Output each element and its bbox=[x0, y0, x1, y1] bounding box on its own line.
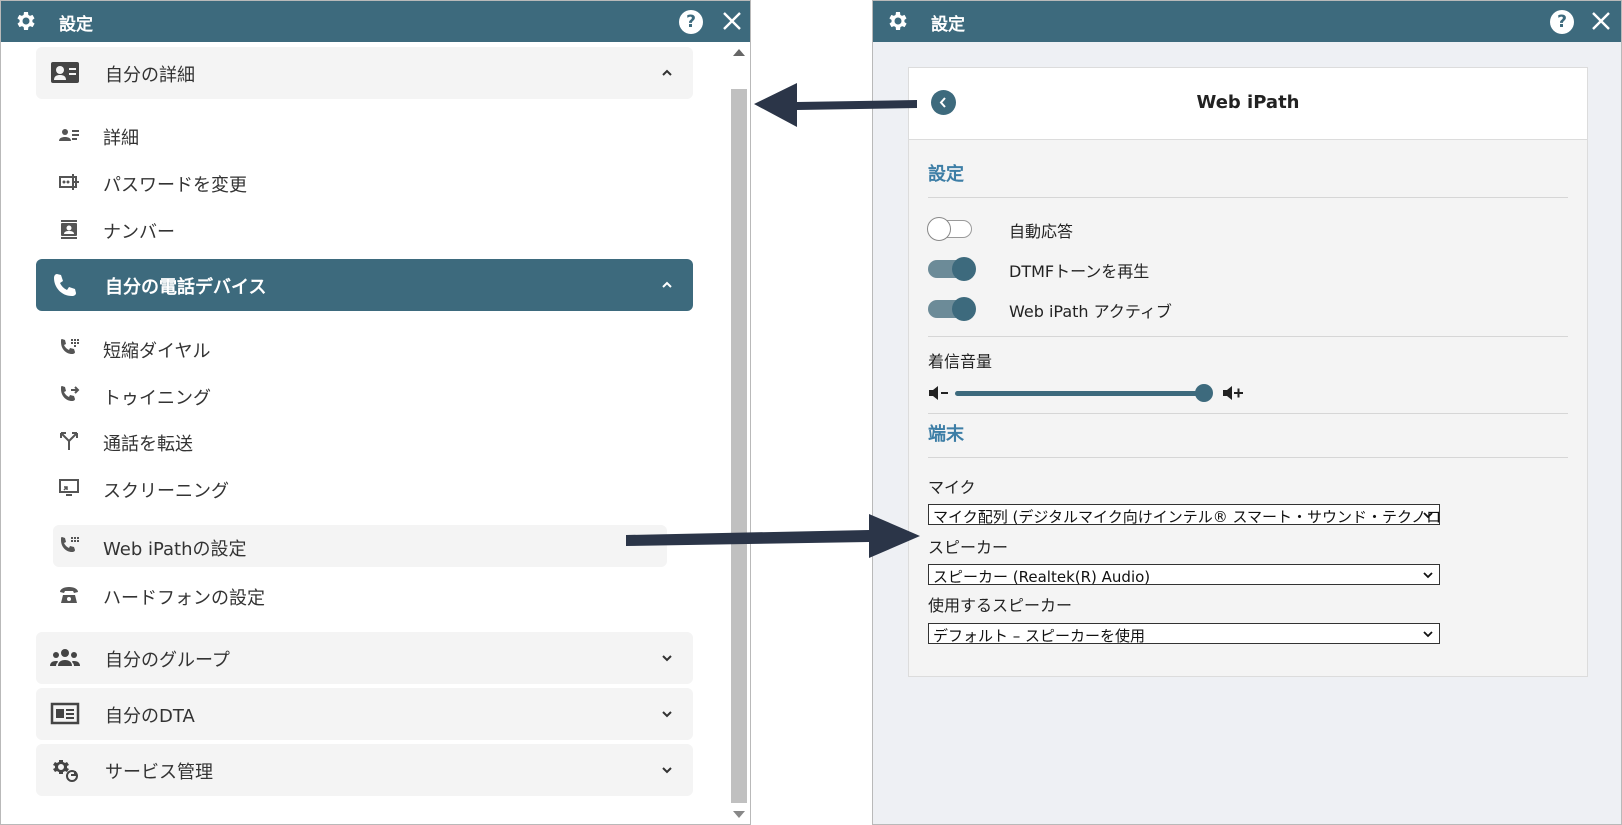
group-icon bbox=[50, 649, 80, 666]
phone-icon bbox=[54, 274, 76, 296]
menu-item-speed-dial[interactable]: 短縮ダイヤル bbox=[53, 327, 667, 369]
menu-item-label: Web iPathの設定 bbox=[103, 539, 247, 560]
section-label: 自分の電話デバイス bbox=[105, 277, 267, 298]
divider bbox=[928, 457, 1568, 458]
window-title: 設定 bbox=[59, 15, 93, 35]
speed-dial-icon bbox=[61, 339, 79, 354]
settings-window-right: 設定 ? Web iPath 設定 自動応答 DTMFトーンを再生 Web iP… bbox=[872, 0, 1622, 825]
menu-item-label: 詳細 bbox=[103, 128, 139, 149]
auto-answer-toggle[interactable] bbox=[927, 217, 974, 241]
ringtone-volume-label: 着信音量 bbox=[928, 352, 993, 371]
gear-refresh-icon bbox=[53, 760, 78, 782]
menu-item-change-password[interactable]: パスワードを変更 bbox=[53, 161, 667, 203]
contact-card-icon bbox=[51, 62, 79, 83]
terminal-section-title: 端末 bbox=[928, 424, 964, 445]
dtmf-tone-toggle[interactable] bbox=[928, 257, 976, 281]
divider bbox=[928, 197, 1568, 198]
use-speaker-value: デフォルト – スピーカーを使用 bbox=[933, 627, 1146, 644]
person-list-icon bbox=[59, 129, 79, 141]
vertical-scrollbar[interactable] bbox=[728, 45, 750, 824]
section-service-management[interactable]: サービス管理 bbox=[36, 744, 693, 796]
help-icon[interactable]: ? bbox=[679, 10, 703, 34]
chevron-down-icon bbox=[1423, 572, 1433, 579]
ringtone-volume-slider[interactable] bbox=[928, 381, 1248, 405]
window-title: 設定 bbox=[931, 15, 965, 35]
toggle-label: 自動応答 bbox=[1009, 222, 1074, 241]
chevron-up-icon[interactable] bbox=[660, 278, 674, 292]
divider bbox=[928, 413, 1568, 414]
volume-up-icon[interactable] bbox=[1222, 384, 1246, 402]
close-icon[interactable] bbox=[721, 10, 743, 32]
speaker-select[interactable]: スピーカー (Realtek(R) Audio) bbox=[928, 564, 1440, 585]
id-badge-icon bbox=[61, 220, 77, 239]
password-icon bbox=[59, 174, 79, 190]
scroll-down-arrow-icon[interactable] bbox=[733, 811, 745, 818]
desk-phone-icon bbox=[60, 587, 78, 603]
chevron-down-icon[interactable] bbox=[660, 707, 674, 721]
toggle-label: Web iPath アクティブ bbox=[1009, 302, 1172, 321]
call-split-icon bbox=[60, 432, 78, 450]
menu-item-label: 通話を転送 bbox=[103, 434, 193, 455]
menu-item-label: トゥイニング bbox=[103, 388, 211, 409]
menu-item-label: パスワードを変更 bbox=[103, 175, 247, 196]
settings-window-left: 設定 ? 自分の詳細 詳細 パスワードを変更 ナンバー 自分の電話デバイス 短縮… bbox=[0, 0, 751, 825]
help-icon[interactable]: ? bbox=[1550, 10, 1574, 34]
settings-section-title: 設定 bbox=[928, 164, 964, 185]
section-label: 自分のDTA bbox=[105, 706, 195, 727]
scroll-up-arrow-icon[interactable] bbox=[733, 49, 745, 56]
toggle-label: DTMFトーンを再生 bbox=[1009, 262, 1150, 281]
section-my-dta[interactable]: 自分のDTA bbox=[36, 688, 693, 740]
dta-card-icon bbox=[50, 702, 80, 725]
section-label: 自分のグループ bbox=[105, 650, 230, 671]
volume-down-icon[interactable] bbox=[928, 384, 952, 402]
screen-icon bbox=[59, 479, 79, 496]
title-bar: 設定 ? bbox=[873, 1, 1621, 42]
arrow-right-icon bbox=[626, 514, 920, 558]
menu-item-details[interactable]: 詳細 bbox=[53, 114, 667, 156]
phone-forward-icon bbox=[61, 386, 80, 401]
card-header: Web iPath bbox=[909, 68, 1587, 140]
menu-item-twinning[interactable]: トゥイニング bbox=[53, 374, 667, 416]
menu-item-screening[interactable]: スクリーニング bbox=[53, 467, 667, 509]
use-speaker-select[interactable]: デフォルト – スピーカーを使用 bbox=[928, 623, 1440, 644]
section-my-details[interactable]: 自分の詳細 bbox=[36, 47, 693, 99]
divider bbox=[928, 336, 1568, 337]
menu-item-hardphone-settings[interactable]: ハードフォンの設定 bbox=[53, 574, 667, 616]
microphone-value: マイク配列 (デジタルマイク向けインテル® スマート・サウンド・テクノロジー) bbox=[933, 508, 1440, 525]
section-my-phone-devices[interactable]: 自分の電話デバイス bbox=[36, 259, 693, 311]
web-ipath-active-toggle[interactable] bbox=[928, 297, 976, 321]
microphone-select[interactable]: マイク配列 (デジタルマイク向けインテル® スマート・サウンド・テクノロジー) bbox=[928, 504, 1440, 525]
menu-item-label: 短縮ダイヤル bbox=[103, 341, 211, 362]
microphone-label: マイク bbox=[928, 478, 976, 497]
menu-item-label: ハードフォンの設定 bbox=[103, 588, 265, 609]
section-label: サービス管理 bbox=[105, 762, 213, 783]
card-title: Web iPath bbox=[1196, 92, 1300, 113]
gear-icon bbox=[889, 12, 907, 30]
close-icon[interactable] bbox=[1590, 10, 1612, 32]
menu-item-label: スクリーニング bbox=[103, 481, 229, 502]
slider-track[interactable] bbox=[955, 391, 1204, 396]
menu-item-numbers[interactable]: ナンバー bbox=[53, 208, 667, 250]
dialpad-phone-icon bbox=[61, 537, 79, 552]
chevron-down-icon bbox=[1423, 512, 1433, 519]
chevron-up-icon[interactable] bbox=[660, 66, 674, 80]
menu-item-web-ipath-settings[interactable]: Web iPathの設定 bbox=[53, 525, 667, 567]
use-speaker-label: 使用するスピーカー bbox=[928, 596, 1073, 615]
section-my-groups[interactable]: 自分のグループ bbox=[36, 632, 693, 684]
chevron-down-icon bbox=[1423, 631, 1433, 638]
speaker-label: スピーカー bbox=[928, 538, 1009, 557]
section-label: 自分の詳細 bbox=[105, 65, 195, 86]
menu-item-call-forwarding[interactable]: 通話を転送 bbox=[53, 420, 667, 462]
chevron-down-icon[interactable] bbox=[660, 763, 674, 777]
web-ipath-card: Web iPath 設定 自動応答 DTMFトーンを再生 Web iPath ア… bbox=[908, 67, 1588, 677]
chevron-down-icon[interactable] bbox=[660, 651, 674, 665]
slider-handle[interactable] bbox=[1195, 384, 1213, 402]
speaker-value: スピーカー (Realtek(R) Audio) bbox=[933, 568, 1151, 585]
title-bar: 設定 ? bbox=[1, 1, 750, 42]
menu-item-label: ナンバー bbox=[103, 222, 175, 243]
gear-icon bbox=[17, 12, 35, 30]
scroll-thumb[interactable] bbox=[731, 89, 747, 803]
arrow-left-icon bbox=[754, 83, 917, 127]
